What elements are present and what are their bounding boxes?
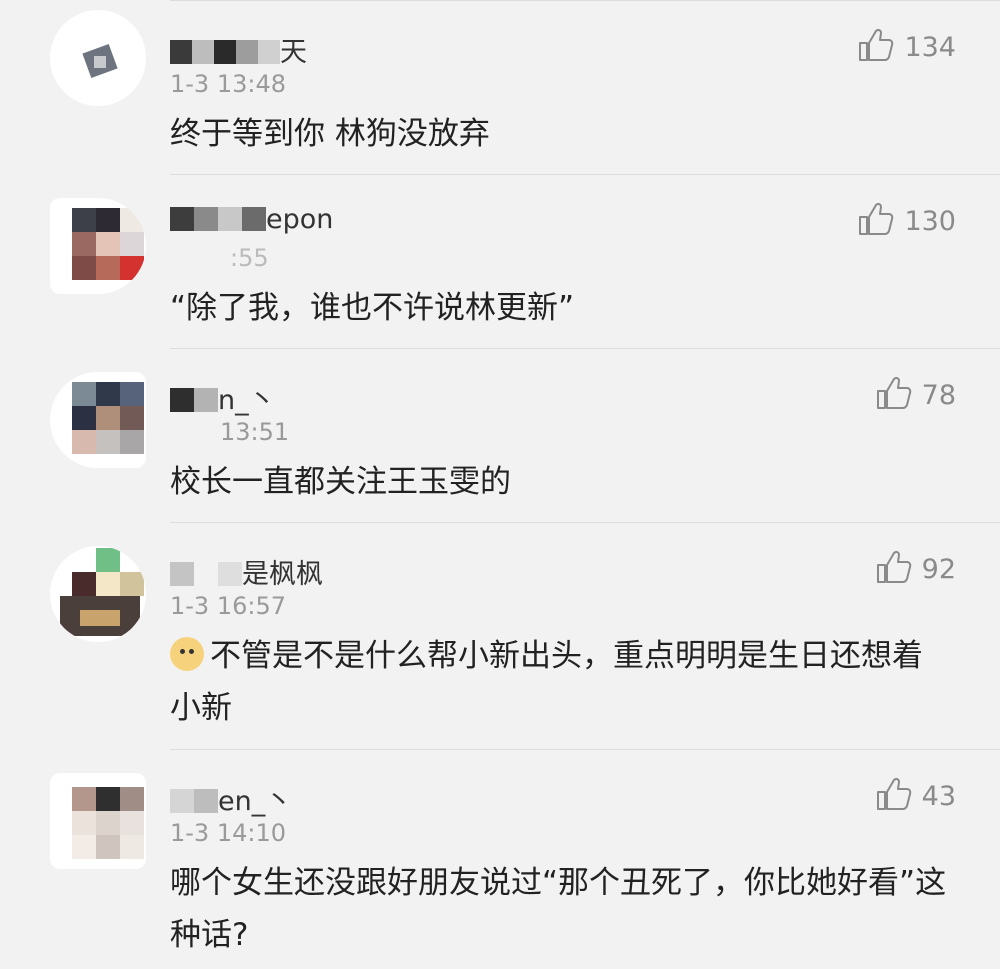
thumbs-up-icon xyxy=(858,202,894,240)
username[interactable]: en_丶 xyxy=(170,779,292,818)
comment-text: “除了我，谁也不许说林更新” xyxy=(170,290,575,326)
comment-text: 不管是不是什么帮小新出头，重点明明是生日还想着小新 xyxy=(170,630,950,734)
comment-text-body: 不管是不是什么帮小新出头，重点明明是生日还想着小新 xyxy=(170,638,923,726)
comment-text: 终于等到你 林狗没放弃 xyxy=(170,116,490,152)
avatar[interactable] xyxy=(50,546,146,642)
like-count: 78 xyxy=(921,379,956,411)
like-count: 43 xyxy=(921,780,956,812)
comment-text: 哪个女生还没跟好朋友说过“那个丑死了，你比她好看”这种话? xyxy=(170,865,947,953)
avatar[interactable] xyxy=(50,198,146,294)
comment-item: n_丶 13:51 校长一直都关注王玉雯的 78 xyxy=(0,348,1000,522)
comment-item: 是枫枫 1-3 16:57 不管是不是什么帮小新出头，重点明明是生日还想着小新 … xyxy=(0,522,1000,749)
username[interactable]: 天 xyxy=(170,30,307,69)
comment-text: 校长一直都关注王玉雯的 xyxy=(170,464,511,500)
username-text: 是枫枫 xyxy=(242,559,323,590)
comment-item: 天 1-3 13:48 终于等到你 林狗没放弃 134 xyxy=(0,0,1000,174)
avatar[interactable] xyxy=(50,372,146,468)
like-button[interactable]: 78 xyxy=(876,376,956,414)
thumbs-up-icon xyxy=(858,28,894,66)
like-count: 134 xyxy=(904,31,956,63)
like-count: 92 xyxy=(921,553,956,585)
timestamp: :55 xyxy=(230,244,269,272)
timestamp: 1-3 14:10 xyxy=(170,819,286,847)
username-text: 天 xyxy=(280,37,307,68)
username[interactable]: 是枫枫 xyxy=(170,552,323,591)
username[interactable]: epon xyxy=(170,204,333,235)
like-count: 130 xyxy=(904,205,956,237)
like-button[interactable]: 92 xyxy=(876,550,956,588)
username-text: n_丶 xyxy=(218,385,276,416)
avatar[interactable] xyxy=(50,773,146,869)
thumbs-up-icon xyxy=(876,550,912,588)
like-button[interactable]: 130 xyxy=(858,202,956,240)
like-button[interactable]: 43 xyxy=(876,777,956,815)
username-text: en_丶 xyxy=(218,786,293,817)
thumbs-up-icon xyxy=(876,777,912,815)
avatar[interactable] xyxy=(50,10,146,106)
timestamp: 13:51 xyxy=(220,418,290,446)
like-button[interactable]: 134 xyxy=(858,28,956,66)
comment-item: epon :55 “除了我，谁也不许说林更新” 130 xyxy=(0,174,1000,348)
username[interactable]: n_丶 xyxy=(170,378,276,417)
doge-emoji xyxy=(170,637,204,671)
thumbs-up-icon xyxy=(876,376,912,414)
timestamp: 1-3 13:48 xyxy=(170,70,286,98)
username-text: epon xyxy=(266,204,334,235)
timestamp: 1-3 16:57 xyxy=(170,592,286,620)
comment-item: en_丶 1-3 14:10 哪个女生还没跟好朋友说过“那个丑死了，你比她好看”… xyxy=(0,749,1000,969)
